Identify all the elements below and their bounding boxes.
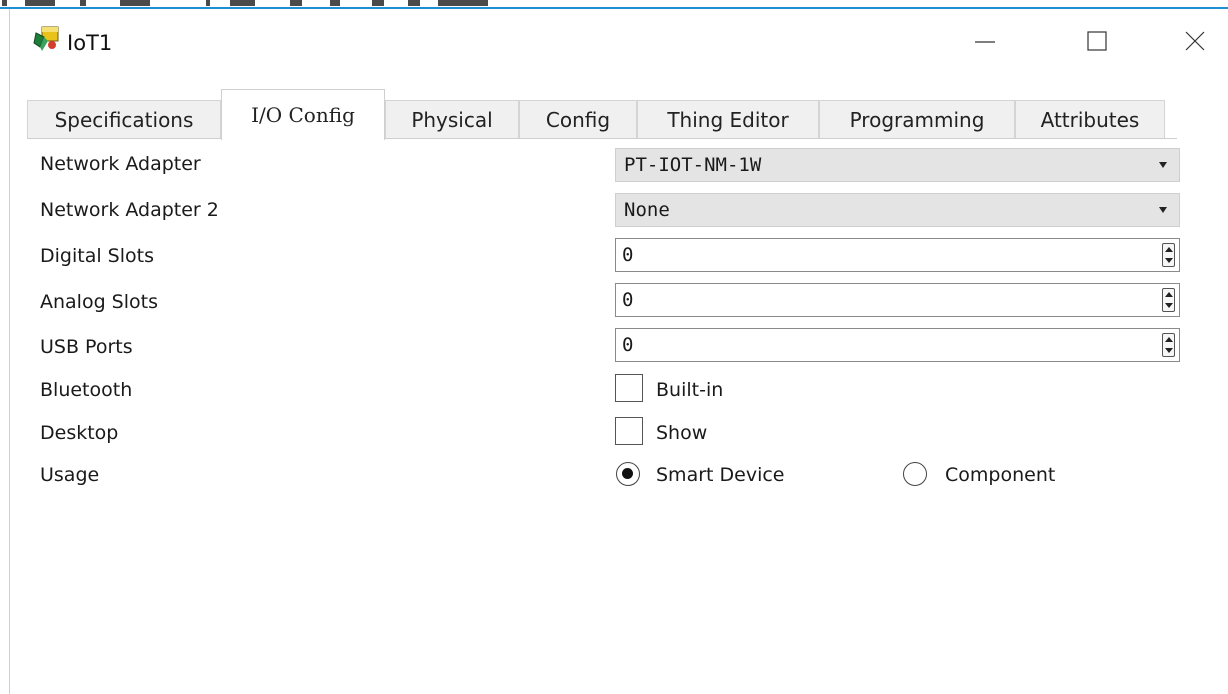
tab-attributes[interactable]: Attributes bbox=[1015, 100, 1165, 139]
minimize-button[interactable] bbox=[963, 21, 1007, 61]
tab-specifications[interactable]: Specifications bbox=[27, 100, 221, 139]
usb-ports-stepper[interactable]: 0 bbox=[615, 328, 1180, 362]
close-icon bbox=[1185, 31, 1205, 51]
tab-physical[interactable]: Physical bbox=[385, 100, 519, 139]
maximize-button[interactable] bbox=[1075, 21, 1119, 61]
window-title: IoT1 bbox=[67, 31, 113, 55]
digital-slots-value: 0 bbox=[622, 244, 634, 266]
spinner-arrows-icon[interactable] bbox=[1162, 333, 1175, 357]
digital-slots-stepper[interactable]: 0 bbox=[615, 238, 1180, 272]
smart-device-label[interactable]: Smart Device bbox=[656, 464, 785, 486]
tab-strip: Specifications I/O Config Physical Confi… bbox=[27, 89, 1227, 140]
digital-slots-label: Digital Slots bbox=[40, 245, 154, 267]
chevron-down-icon bbox=[1159, 162, 1167, 168]
previous-window-edge bbox=[0, 0, 1228, 7]
component-radio[interactable] bbox=[903, 462, 927, 486]
usb-ports-label: USB Ports bbox=[40, 336, 133, 358]
bluetooth-label: Bluetooth bbox=[40, 379, 133, 401]
network-adapter-label: Network Adapter bbox=[40, 153, 201, 175]
minimize-icon bbox=[975, 41, 995, 43]
network-adapter-select[interactable]: PT-IOT-NM-1W bbox=[615, 148, 1180, 182]
tab-underline bbox=[27, 138, 1177, 139]
desktop-label: Desktop bbox=[40, 422, 119, 444]
iot-device-icon bbox=[32, 25, 62, 53]
analog-slots-stepper[interactable]: 0 bbox=[615, 283, 1180, 317]
tab-thing-editor[interactable]: Thing Editor bbox=[637, 100, 819, 139]
usb-ports-value: 0 bbox=[622, 334, 634, 356]
close-button[interactable] bbox=[1173, 21, 1217, 61]
bluetooth-built-in-label[interactable]: Built-in bbox=[656, 379, 723, 401]
network-adapter-2-value: None bbox=[624, 199, 670, 221]
network-adapter-2-select[interactable]: None bbox=[615, 193, 1180, 227]
chevron-down-icon bbox=[1159, 207, 1167, 213]
maximize-icon bbox=[1087, 31, 1107, 51]
network-adapter-2-label: Network Adapter 2 bbox=[40, 199, 219, 221]
spinner-arrows-icon[interactable] bbox=[1162, 288, 1175, 312]
bluetooth-built-in-checkbox[interactable] bbox=[615, 374, 643, 402]
analog-slots-value: 0 bbox=[622, 289, 634, 311]
tab-config[interactable]: Config bbox=[519, 100, 637, 139]
desktop-show-checkbox[interactable] bbox=[615, 417, 643, 445]
tab-programming[interactable]: Programming bbox=[819, 100, 1015, 139]
iot-device-window: IoT1 Specifications I/O Config Physical … bbox=[9, 9, 1228, 694]
analog-slots-label: Analog Slots bbox=[40, 291, 158, 313]
desktop-show-label[interactable]: Show bbox=[656, 422, 707, 444]
title-bar[interactable]: IoT1 bbox=[10, 9, 1228, 71]
spinner-arrows-icon[interactable] bbox=[1162, 243, 1175, 267]
network-adapter-value: PT-IOT-NM-1W bbox=[624, 154, 762, 176]
tab-io-config[interactable]: I/O Config bbox=[221, 89, 385, 140]
usage-label: Usage bbox=[40, 464, 100, 486]
smart-device-radio[interactable] bbox=[616, 462, 640, 486]
component-label[interactable]: Component bbox=[945, 464, 1055, 486]
